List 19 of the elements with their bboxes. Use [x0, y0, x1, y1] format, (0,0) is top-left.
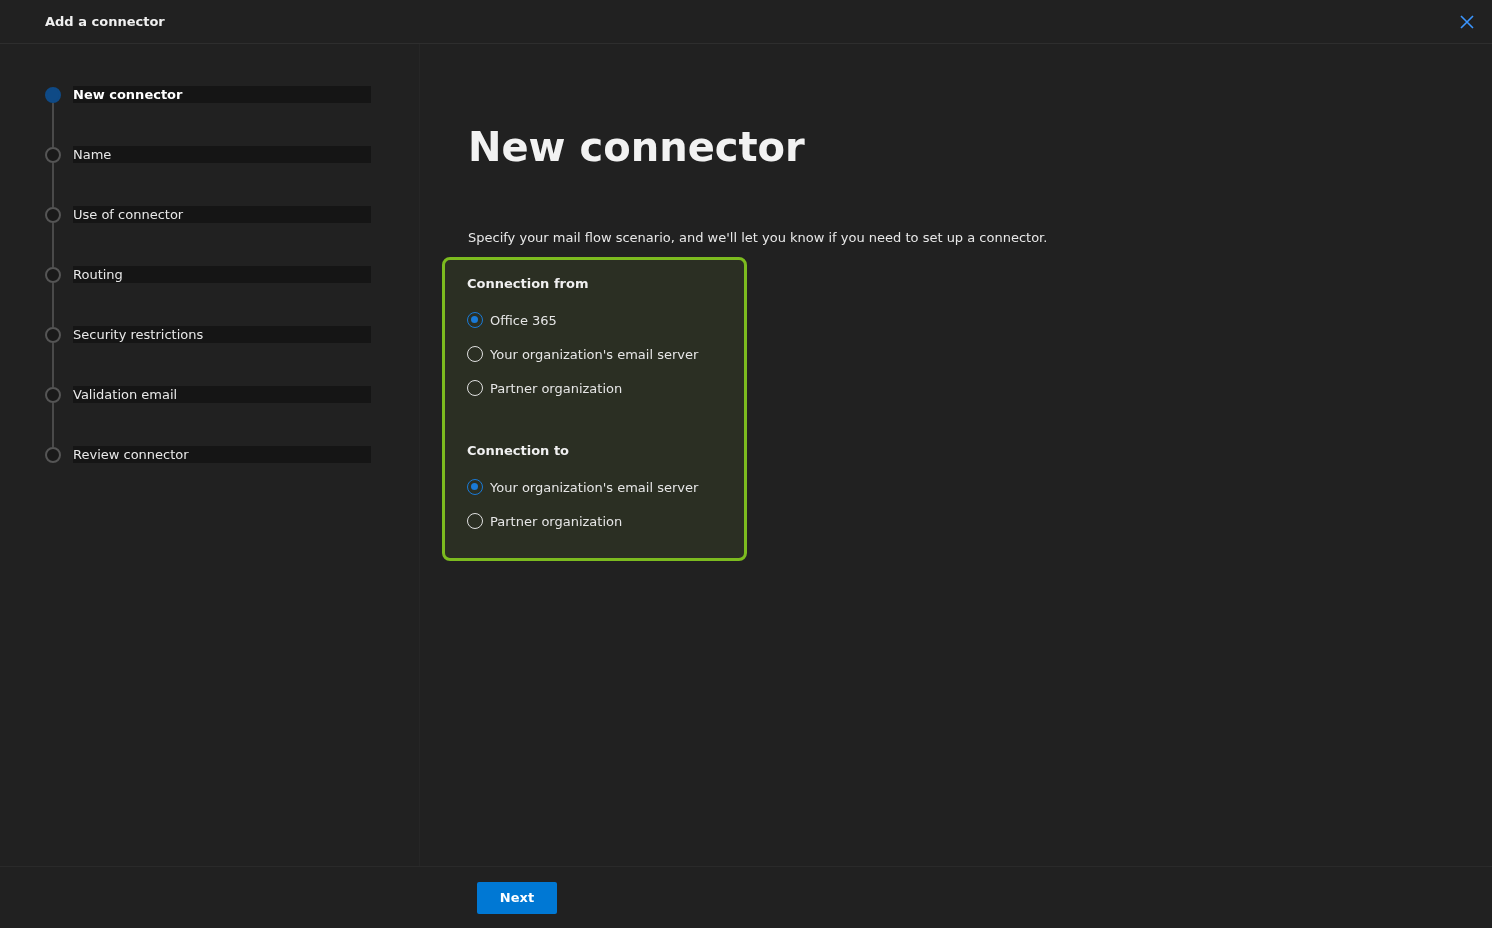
radio-label[interactable]: Office 365 — [490, 312, 557, 328]
close-icon[interactable] — [1460, 14, 1474, 29]
group-label: Connection from — [467, 276, 590, 291]
group-label: Connection to — [467, 443, 571, 458]
radio-label[interactable]: Partner organization — [490, 380, 623, 396]
step-label[interactable]: Review connector — [73, 446, 371, 463]
radio-label[interactable]: Your organization's email server — [490, 479, 699, 495]
radio-label[interactable]: Partner organization — [490, 513, 623, 529]
step-label[interactable]: Name — [73, 146, 371, 163]
next-button[interactable]: Next — [477, 881, 557, 914]
step-label[interactable]: Security restrictions — [73, 326, 371, 343]
step-label[interactable]: Validation email — [73, 386, 371, 403]
radio-label[interactable]: Your organization's email server — [490, 346, 699, 362]
step-label[interactable]: Use of connector — [73, 206, 371, 223]
description-text: Specify your mail flow scenario, and we'll let you know if you need to set up a connector. — [468, 230, 1049, 245]
panel-title: Add a connector — [45, 14, 165, 29]
step-label[interactable]: New connector — [73, 86, 371, 103]
page-heading: New connector — [468, 124, 806, 170]
step-label[interactable]: Routing — [73, 266, 371, 283]
